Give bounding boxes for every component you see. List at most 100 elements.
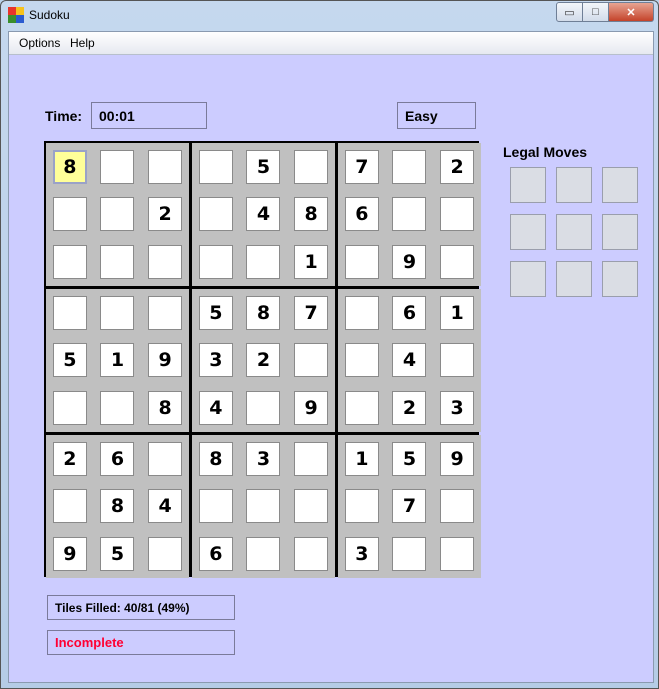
sudoku-cell[interactable] — [100, 197, 135, 232]
sudoku-cell[interactable]: 8 — [246, 295, 281, 330]
legal-move-slot[interactable] — [510, 261, 546, 297]
sudoku-cell[interactable] — [52, 197, 87, 232]
sudoku-cell[interactable]: 9 — [392, 245, 427, 280]
sudoku-cell[interactable] — [344, 343, 379, 378]
sudoku-cell[interactable] — [52, 295, 87, 330]
sudoku-cell[interactable]: 4 — [198, 391, 233, 426]
sudoku-cell[interactable]: 2 — [246, 343, 281, 378]
sudoku-cell[interactable]: 8 — [100, 489, 135, 524]
sudoku-cell[interactable] — [440, 197, 475, 232]
sudoku-cell[interactable]: 2 — [392, 391, 427, 426]
sudoku-cell[interactable]: 1 — [440, 295, 475, 330]
sudoku-cell[interactable] — [100, 149, 135, 184]
sudoku-cell[interactable]: 3 — [246, 441, 281, 476]
menu-options[interactable]: Options — [19, 36, 60, 50]
sudoku-cell[interactable] — [148, 149, 183, 184]
sudoku-cell[interactable] — [440, 343, 475, 378]
sudoku-cell[interactable]: 5 — [246, 149, 281, 184]
maximize-button[interactable]: □ — [583, 2, 609, 22]
sudoku-cell[interactable] — [198, 245, 233, 280]
sudoku-cell[interactable]: 2 — [148, 197, 183, 232]
legal-move-slot[interactable] — [602, 167, 638, 203]
legal-move-slot[interactable] — [556, 261, 592, 297]
minimize-button[interactable]: ▭ — [556, 2, 583, 22]
minimize-icon: ▭ — [564, 6, 575, 19]
sudoku-cell[interactable] — [52, 489, 87, 524]
sudoku-cell[interactable]: 5 — [198, 295, 233, 330]
menu-help[interactable]: Help — [70, 36, 95, 50]
sudoku-cell[interactable] — [148, 537, 183, 572]
sudoku-cell[interactable]: 8 — [198, 441, 233, 476]
sudoku-cell[interactable] — [148, 245, 183, 280]
sudoku-cell[interactable] — [440, 537, 475, 572]
sudoku-cell[interactable] — [246, 489, 281, 524]
sudoku-cell[interactable]: 7 — [392, 489, 427, 524]
sudoku-cell[interactable] — [100, 391, 135, 426]
sudoku-cell[interactable] — [246, 391, 281, 426]
sudoku-cell[interactable]: 4 — [246, 197, 281, 232]
sudoku-cell[interactable]: 9 — [148, 343, 183, 378]
sudoku-cell[interactable] — [294, 441, 329, 476]
sudoku-cell[interactable] — [294, 489, 329, 524]
sudoku-cell[interactable]: 4 — [148, 489, 183, 524]
legal-move-slot[interactable] — [602, 214, 638, 250]
sudoku-cell[interactable]: 2 — [52, 441, 87, 476]
sudoku-cell[interactable] — [294, 343, 329, 378]
title-bar[interactable]: Sudoku ▭ □ ✕ — [1, 1, 658, 29]
sudoku-cell[interactable] — [294, 537, 329, 572]
sudoku-cell[interactable] — [198, 489, 233, 524]
sudoku-cell[interactable]: 9 — [294, 391, 329, 426]
sudoku-cell[interactable]: 7 — [344, 149, 379, 184]
sudoku-cell[interactable] — [344, 489, 379, 524]
sudoku-cell[interactable] — [344, 391, 379, 426]
sudoku-cell[interactable]: 5 — [52, 343, 87, 378]
sudoku-cell[interactable] — [344, 295, 379, 330]
sudoku-cell[interactable]: 6 — [100, 441, 135, 476]
sudoku-cell[interactable]: 6 — [392, 295, 427, 330]
sudoku-cell[interactable] — [392, 197, 427, 232]
sudoku-cell[interactable]: 6 — [198, 537, 233, 572]
completion-status-display: Incomplete — [47, 630, 235, 655]
close-button[interactable]: ✕ — [609, 2, 654, 22]
sudoku-cell[interactable] — [198, 197, 233, 232]
sudoku-cell[interactable] — [294, 149, 329, 184]
sudoku-cell[interactable] — [198, 149, 233, 184]
sudoku-cell[interactable] — [52, 245, 87, 280]
sudoku-cell[interactable]: 9 — [52, 537, 87, 572]
tiles-filled-display: Tiles Filled: 40/81 (49%) — [47, 595, 235, 620]
sudoku-cell[interactable] — [52, 391, 87, 426]
sudoku-cell[interactable]: 5 — [100, 537, 135, 572]
sudoku-cell[interactable]: 8 — [52, 149, 87, 184]
sudoku-cell[interactable]: 1 — [100, 343, 135, 378]
sudoku-cell[interactable]: 8 — [294, 197, 329, 232]
sudoku-cell[interactable]: 5 — [392, 441, 427, 476]
sudoku-cell[interactable] — [100, 245, 135, 280]
sudoku-cell[interactable]: 9 — [440, 441, 475, 476]
sudoku-cell[interactable] — [148, 295, 183, 330]
sudoku-cell[interactable]: 2 — [440, 149, 475, 184]
sudoku-cell[interactable]: 6 — [344, 197, 379, 232]
sudoku-cell[interactable] — [246, 537, 281, 572]
sudoku-cell[interactable]: 8 — [148, 391, 183, 426]
sudoku-cell[interactable]: 3 — [198, 343, 233, 378]
legal-moves-title: Legal Moves — [503, 144, 588, 160]
sudoku-cell[interactable]: 1 — [344, 441, 379, 476]
sudoku-cell[interactable]: 1 — [294, 245, 329, 280]
sudoku-cell[interactable] — [440, 489, 475, 524]
legal-move-slot[interactable] — [556, 214, 592, 250]
sudoku-cell[interactable] — [440, 245, 475, 280]
sudoku-cell[interactable] — [392, 537, 427, 572]
legal-move-slot[interactable] — [510, 167, 546, 203]
sudoku-cell[interactable]: 3 — [344, 537, 379, 572]
sudoku-cell[interactable] — [246, 245, 281, 280]
sudoku-cell[interactable] — [392, 149, 427, 184]
legal-move-slot[interactable] — [556, 167, 592, 203]
sudoku-cell[interactable] — [148, 441, 183, 476]
sudoku-cell[interactable]: 7 — [294, 295, 329, 330]
sudoku-cell[interactable]: 3 — [440, 391, 475, 426]
sudoku-cell[interactable] — [344, 245, 379, 280]
legal-move-slot[interactable] — [510, 214, 546, 250]
legal-move-slot[interactable] — [602, 261, 638, 297]
sudoku-cell[interactable]: 4 — [392, 343, 427, 378]
sudoku-cell[interactable] — [100, 295, 135, 330]
